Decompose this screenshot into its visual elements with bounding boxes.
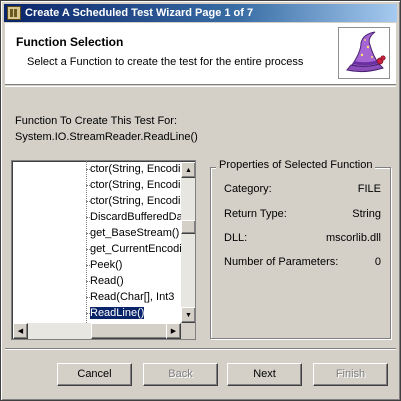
param-count-value: 0 xyxy=(374,256,381,268)
horizontal-scroll-thumb[interactable] xyxy=(91,323,173,339)
scroll-down-arrow-icon[interactable]: ▼ xyxy=(181,307,195,323)
return-type-label: Return Type: xyxy=(224,208,287,220)
scroll-right-arrow-icon[interactable]: ▶ xyxy=(166,323,181,339)
tree-item[interactable]: ctor(String, Encodi xyxy=(86,178,180,193)
tree-item[interactable]: ctor(String, Encodi xyxy=(86,194,180,209)
tree-item[interactable]: ctor(String, Encodi xyxy=(86,162,180,177)
properties-legend: Properties of Selected Function xyxy=(216,159,376,171)
wizard-hat-icon xyxy=(338,27,390,79)
return-type-value: String xyxy=(352,208,381,220)
window-title: Create A Scheduled Test Wizard Page 1 of… xyxy=(25,7,254,19)
scroll-up-arrow-icon[interactable]: ▲ xyxy=(181,162,195,178)
button-separator xyxy=(5,348,396,350)
tree-item[interactable]: get_BaseStream() xyxy=(86,226,179,241)
app-icon xyxy=(7,6,21,20)
param-count-label: Number of Parameters: xyxy=(224,256,339,268)
function-value: System.IO.StreamReader.ReadLine() xyxy=(15,131,198,143)
category-value: FILE xyxy=(357,183,381,195)
tree-item[interactable]: Read() xyxy=(86,274,124,289)
vertical-scroll-thumb[interactable] xyxy=(181,220,195,234)
tree-item[interactable]: Peek() xyxy=(86,258,122,273)
scroll-left-arrow-icon[interactable]: ◀ xyxy=(13,323,28,339)
page-subtitle: Select a Function to create the test for… xyxy=(27,56,304,68)
tree-item-selected[interactable]: ReadLine() xyxy=(86,306,146,321)
title-bar[interactable]: Create A Scheduled Test Wizard Page 1 of… xyxy=(4,4,397,22)
dll-label: DLL: xyxy=(224,232,248,244)
tree-item[interactable]: Read(Char[], Int3 xyxy=(86,290,174,305)
tree-horizontal-scrollbar[interactable]: ◀ ▶ xyxy=(13,323,181,339)
dll-value: mscorlib.dll xyxy=(325,232,381,244)
category-label: Category: xyxy=(224,183,272,195)
wizard-window: Create A Scheduled Test Wizard Page 1 of… xyxy=(0,0,401,401)
cancel-button[interactable]: Cancel xyxy=(57,363,132,386)
tree-item[interactable]: DiscardBufferedDa xyxy=(86,210,183,225)
header-banner: Function Selection Select a Function to … xyxy=(5,23,396,85)
tree-item[interactable]: get_CurrentEncodi xyxy=(86,242,182,257)
tree-vertical-scrollbar[interactable]: ▲ ▼ xyxy=(181,162,195,323)
scrollbar-corner xyxy=(181,323,195,339)
finish-button[interactable]: Finish xyxy=(313,363,388,386)
page-title: Function Selection xyxy=(16,35,124,49)
function-tree[interactable]: ctor(String, Encodi ctor(String, Encodi … xyxy=(11,160,196,340)
back-button[interactable]: Back xyxy=(143,363,218,386)
next-button[interactable]: Next xyxy=(227,363,302,386)
function-label: Function To Create This Test For: xyxy=(15,115,178,127)
